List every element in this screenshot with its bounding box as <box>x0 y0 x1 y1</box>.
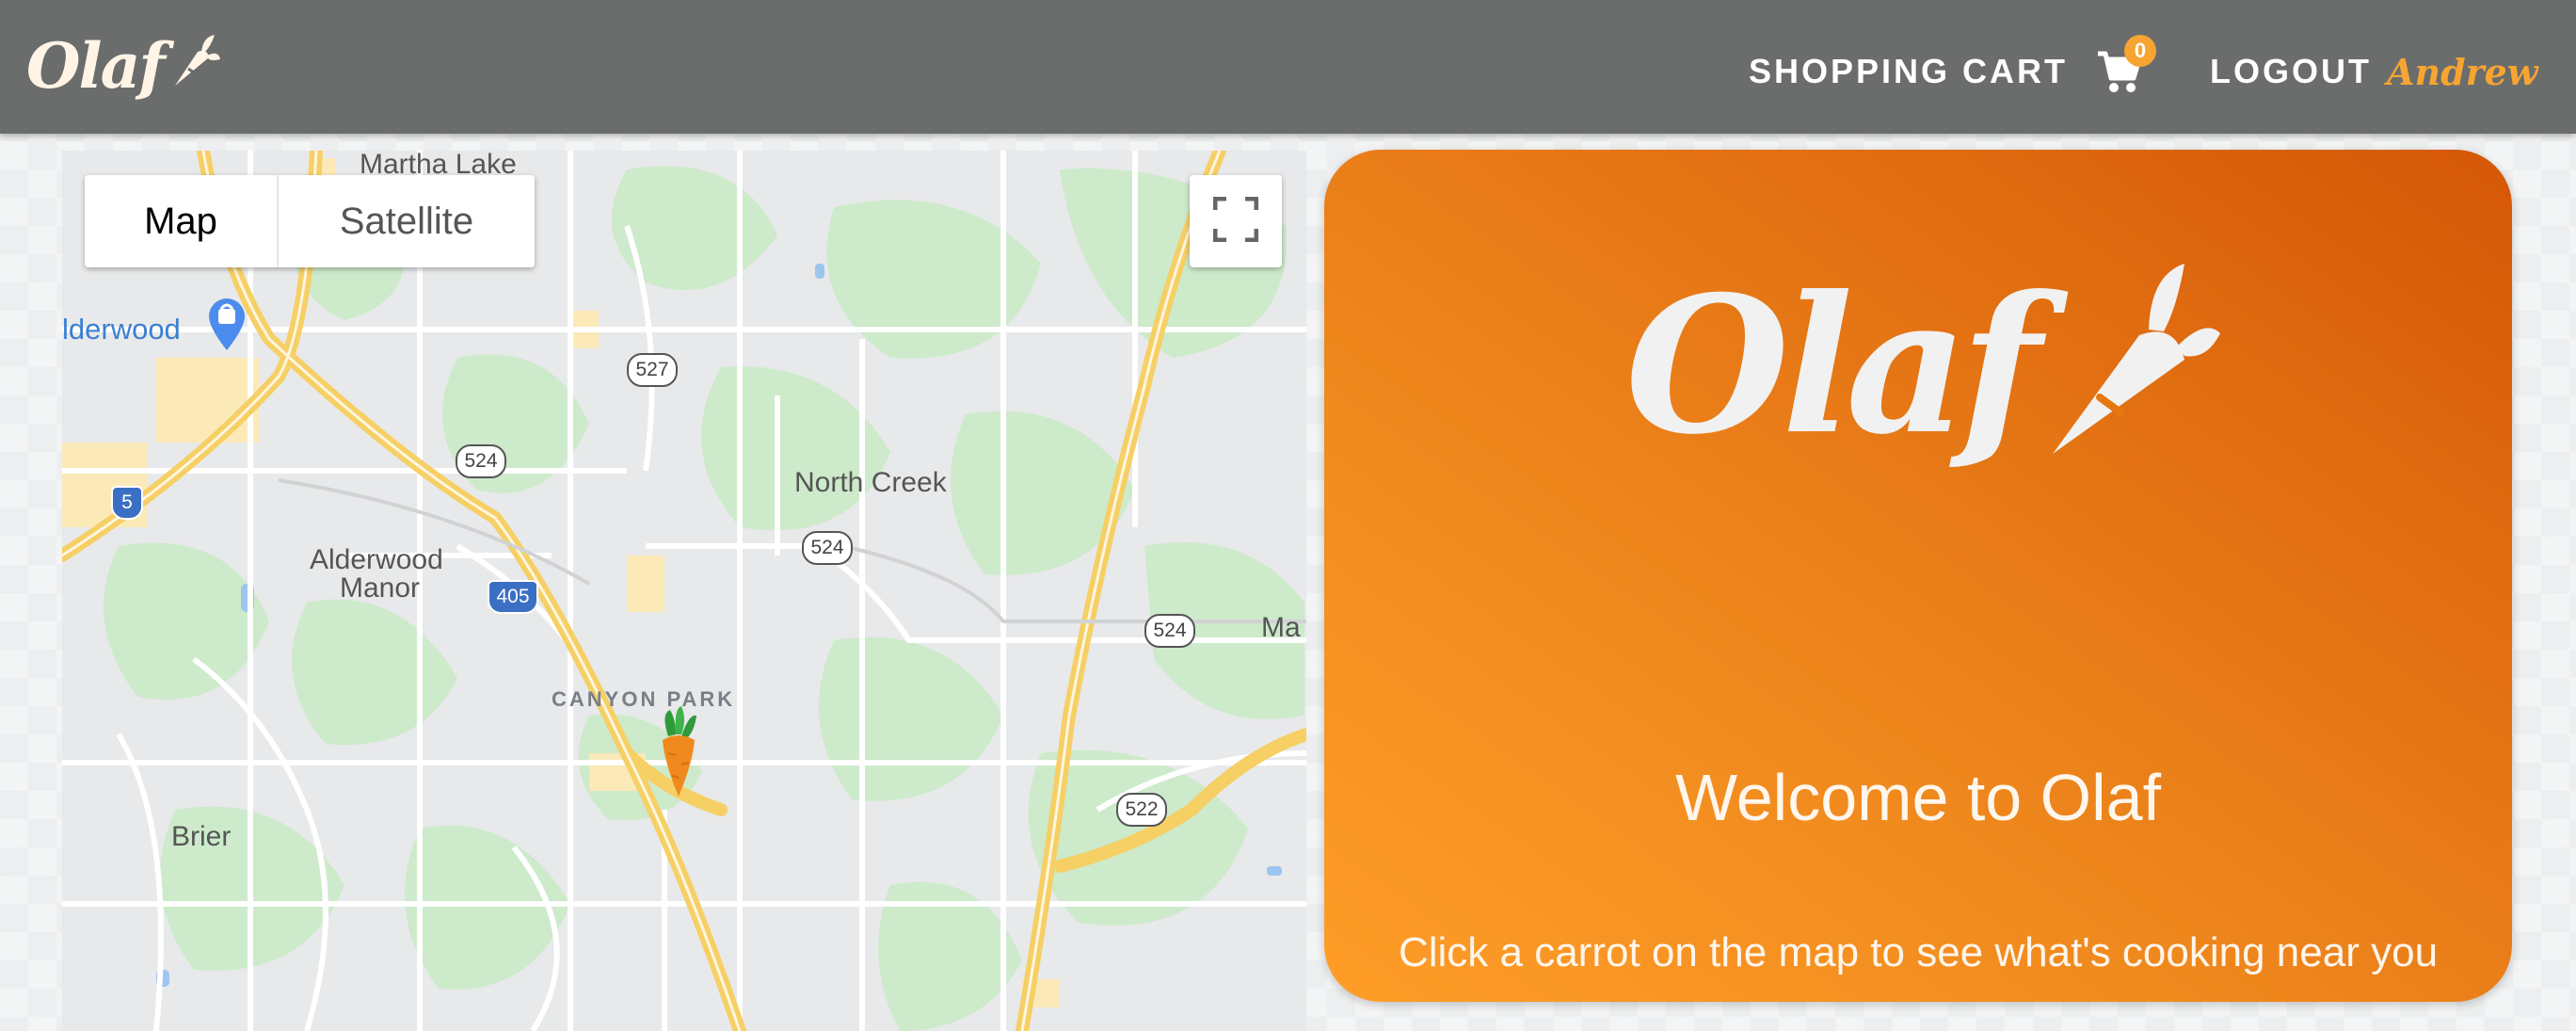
fullscreen-icon <box>1212 196 1259 246</box>
route-shield-527: 527 <box>627 353 678 387</box>
map-label-brier: Brier <box>171 821 232 852</box>
cart-count-badge: 0 <box>2124 35 2157 67</box>
map-label-ma: Ma <box>1261 612 1301 643</box>
map-label-canyon-park: CANYON PARK <box>552 687 736 711</box>
welcome-card: Olaf Welcome to Olaf Click a carrot on t… <box>1324 150 2512 1002</box>
map-view-button[interactable]: Map <box>85 175 277 267</box>
route-shield-524: 524 <box>1144 614 1195 648</box>
carrot-icon <box>166 31 222 95</box>
welcome-logo: Olaf <box>1625 253 2220 479</box>
navbar: Olaf SHOPPING CART 0 LOGOUT Andrew <box>0 0 2576 134</box>
map-label-alderwood-manor-line1: Alderwood <box>310 544 443 575</box>
map[interactable]: Martha Lake lderwood North Creek Alderwo… <box>62 151 1306 1031</box>
user-name: Andrew <box>2386 50 2538 93</box>
route-shield-524: 524 <box>802 531 853 565</box>
map-canvas[interactable] <box>62 151 1306 1031</box>
shopping-cart-label: SHOPPING CART <box>1749 52 2069 90</box>
brand-name: Olaf <box>26 29 166 103</box>
route-shield-522: 522 <box>1116 793 1167 827</box>
shopping-pin-icon[interactable] <box>205 296 248 356</box>
map-label-north-creek: North Creek <box>794 467 947 498</box>
brand-logo[interactable]: Olaf <box>26 19 222 113</box>
map-label-alderwood-manor-line2: Manor <box>340 572 421 604</box>
map-label-alderwood: lderwood <box>62 313 181 346</box>
shopping-cart-link[interactable]: SHOPPING CART 0 <box>1749 35 2157 100</box>
map-type-control: Map Satellite <box>85 175 535 267</box>
logout-label: LOGOUT <box>2210 52 2372 90</box>
shopping-cart-icon[interactable]: 0 <box>2096 35 2157 95</box>
logout-link[interactable]: LOGOUT Andrew <box>2210 43 2538 100</box>
interstate-shield-405: 405 <box>488 580 538 614</box>
carrot-marker-icon[interactable] <box>655 706 702 804</box>
satellite-view-button[interactable]: Satellite <box>277 175 535 267</box>
welcome-logo-text: Olaf <box>1625 255 2041 476</box>
carrot-icon <box>2034 256 2222 467</box>
route-shield-524: 524 <box>456 444 506 478</box>
welcome-title: Welcome to Olaf <box>1674 761 2162 834</box>
welcome-subtitle: Click a carrot on the map to see what's … <box>1398 929 2439 975</box>
interstate-shield-5: 5 <box>111 486 143 520</box>
fullscreen-button[interactable] <box>1190 175 1282 267</box>
